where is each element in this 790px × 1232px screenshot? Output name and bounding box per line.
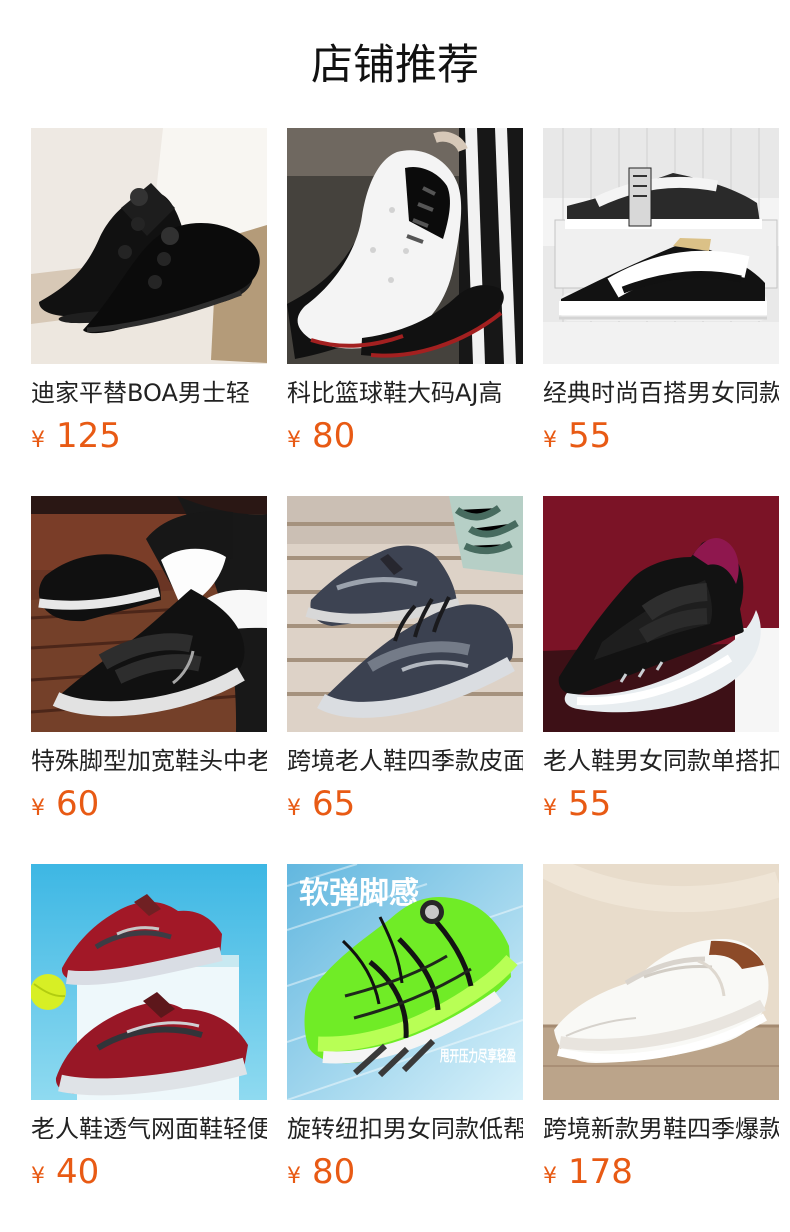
header: 店铺推荐: [0, 0, 790, 128]
product-price: ¥178: [543, 1150, 779, 1194]
currency-symbol: ¥: [543, 1164, 557, 1189]
currency-symbol: ¥: [543, 428, 557, 453]
shop-recommendation-page: 店铺推荐 迪家平替BOA男士轻 ¥ 125 科比篮球鞋大码AJ高 ¥ 80 经典…: [0, 0, 790, 1232]
product-price: ¥65: [287, 782, 523, 826]
product-name[interactable]: 科比篮球鞋大码AJ高: [287, 376, 523, 410]
page-title: 店铺推荐: [310, 40, 479, 89]
price-value: 80: [312, 416, 356, 456]
product-image-black-velcro-walking-shoes[interactable]: [31, 496, 267, 732]
currency-symbol: ¥: [287, 796, 301, 821]
product-image-green-running-shoe[interactable]: 软弹脚感 甩开压力尽享轻盈: [287, 864, 523, 1100]
product-price: ¥60: [31, 782, 267, 826]
product-price: ¥125: [31, 414, 267, 458]
product-price: ¥55: [543, 782, 779, 826]
product-name[interactable]: 旋转纽扣男女同款低帮: [287, 1112, 523, 1146]
currency-symbol: ¥: [287, 1164, 301, 1189]
product-price: ¥55: [543, 414, 779, 458]
currency-symbol: ¥: [287, 428, 301, 453]
price-value: 40: [56, 1152, 100, 1192]
product-name[interactable]: 老人鞋男女同款单搭扣: [543, 744, 779, 778]
gray-lace-shoes-image: [287, 496, 523, 732]
basketball-shoes-image: [287, 128, 523, 364]
price-value: 60: [56, 784, 100, 824]
currency-symbol: ¥: [31, 428, 45, 453]
image-brand-text-top: 软弹脚感: [299, 876, 419, 911]
product-card[interactable]: 老人鞋透气网面鞋轻便 ¥40: [31, 864, 267, 1194]
green-running-shoe-image: 软弹脚感 甩开压力尽享轻盈: [287, 864, 523, 1100]
product-image-black-boa-sneakers[interactable]: [31, 128, 267, 364]
price-value: 55: [568, 416, 612, 456]
product-image-black-white-suede-sneakers[interactable]: [543, 128, 779, 364]
price-value: 125: [56, 416, 121, 456]
product-card[interactable]: 特殊脚型加宽鞋头中老 ¥60: [31, 496, 267, 826]
product-grid: 迪家平替BOA男士轻 ¥125 科比篮球鞋大码AJ高 ¥ 80 经典时尚百搭男女…: [31, 128, 779, 1232]
red-mesh-shoes-image: [31, 864, 267, 1100]
currency-symbol: ¥: [543, 796, 557, 821]
product-name[interactable]: 跨境新款男鞋四季爆款: [543, 1112, 779, 1146]
product-card[interactable]: 跨境新款男鞋四季爆款 ¥178: [543, 864, 779, 1194]
product-image-white-leather-slip-on[interactable]: [543, 864, 779, 1100]
product-card[interactable]: 迪家平替BOA男士轻 ¥125: [31, 128, 267, 458]
product-name[interactable]: 迪家平替BOA男士轻: [31, 376, 267, 410]
suede-sneakers-image: [543, 128, 779, 364]
product-name[interactable]: 老人鞋透气网面鞋轻便: [31, 1112, 267, 1146]
product-name[interactable]: 特殊脚型加宽鞋头中老: [31, 744, 267, 778]
product-card[interactable]: 软弹脚感 甩开压力尽享轻盈 旋转纽扣男女同款低帮 ¥80: [287, 864, 523, 1194]
product-card[interactable]: 跨境老人鞋四季款皮面 ¥65: [287, 496, 523, 826]
product-image-red-mesh-walking-shoes[interactable]: [31, 864, 267, 1100]
price-value: 65: [312, 784, 356, 824]
product-card[interactable]: 科比篮球鞋大码AJ高 ¥80: [287, 128, 523, 458]
product-image-white-black-basketball-shoes[interactable]: [287, 128, 523, 364]
product-image-gray-leather-lace-shoes[interactable]: [287, 496, 523, 732]
currency-symbol: ¥: [31, 796, 45, 821]
product-card[interactable]: 老人鞋男女同款单搭扣 ¥55: [543, 496, 779, 826]
currency-symbol: ¥: [31, 1164, 45, 1189]
white-slip-on-image: [543, 864, 779, 1100]
price-value: 55: [568, 784, 612, 824]
price-value: 178: [568, 1152, 633, 1192]
product-price: ¥80: [287, 414, 523, 458]
product-price: ¥40: [31, 1150, 267, 1194]
product-name[interactable]: 跨境老人鞋四季款皮面: [287, 744, 523, 778]
image-slogan-text-bottom: 甩开压力尽享轻盈: [439, 1047, 516, 1065]
product-card[interactable]: 经典时尚百搭男女同款 ¥55: [543, 128, 779, 458]
product-name[interactable]: 经典时尚百搭男女同款: [543, 376, 779, 410]
product-price: ¥80: [287, 1150, 523, 1194]
black-purple-shoe-image: [543, 496, 779, 732]
product-image-black-purple-velcro-shoe[interactable]: [543, 496, 779, 732]
velcro-walking-shoes-image: [31, 496, 267, 732]
price-value: 80: [312, 1152, 356, 1192]
black-sneakers-image: [31, 128, 267, 364]
